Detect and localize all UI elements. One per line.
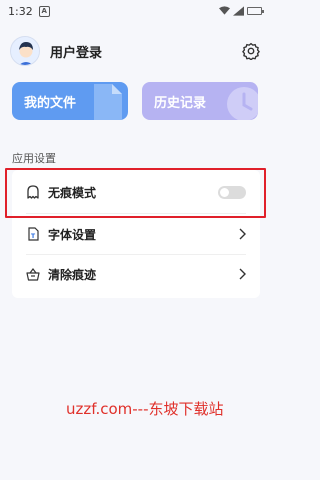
highlight-box (5, 168, 266, 218)
svg-text:T: T (31, 233, 36, 240)
history-card[interactable]: 历史记录 (142, 82, 258, 120)
status-icons (219, 6, 264, 16)
my-files-label: 我的文件 (24, 95, 77, 111)
user-avatar-icon (11, 37, 39, 65)
document-icon (94, 84, 122, 120)
font-file-icon: T (28, 227, 39, 241)
my-files-card[interactable]: 我的文件 (12, 82, 128, 120)
chevron-right-icon (239, 268, 246, 280)
history-label: 历史记录 (154, 95, 207, 111)
setting-label-clear-traces: 清除痕迹 (48, 267, 97, 282)
chevron-right-icon (239, 228, 246, 240)
watermark-text: uzzf.com---东坡下载站 (66, 400, 224, 418)
basket-icon (26, 268, 40, 281)
status-time: 1:32 (8, 4, 33, 18)
user-header: 用户登录 (10, 34, 260, 68)
signal-icon (233, 6, 244, 16)
setting-label-font: 字体设置 (48, 227, 97, 242)
battery-icon (247, 7, 264, 15)
setting-row-clear-traces[interactable]: 清除痕迹 (12, 254, 260, 294)
status-bar: 1:32 A (0, 0, 270, 22)
avatar[interactable] (10, 36, 40, 66)
clock-icon (227, 87, 258, 120)
notification-a-icon: A (38, 5, 50, 17)
wifi-icon (219, 6, 230, 15)
setting-row-font[interactable]: T 字体设置 (12, 214, 260, 254)
gear-icon[interactable] (242, 42, 260, 60)
section-label-app-settings: 应用设置 (12, 152, 56, 165)
login-title[interactable]: 用户登录 (50, 42, 102, 61)
